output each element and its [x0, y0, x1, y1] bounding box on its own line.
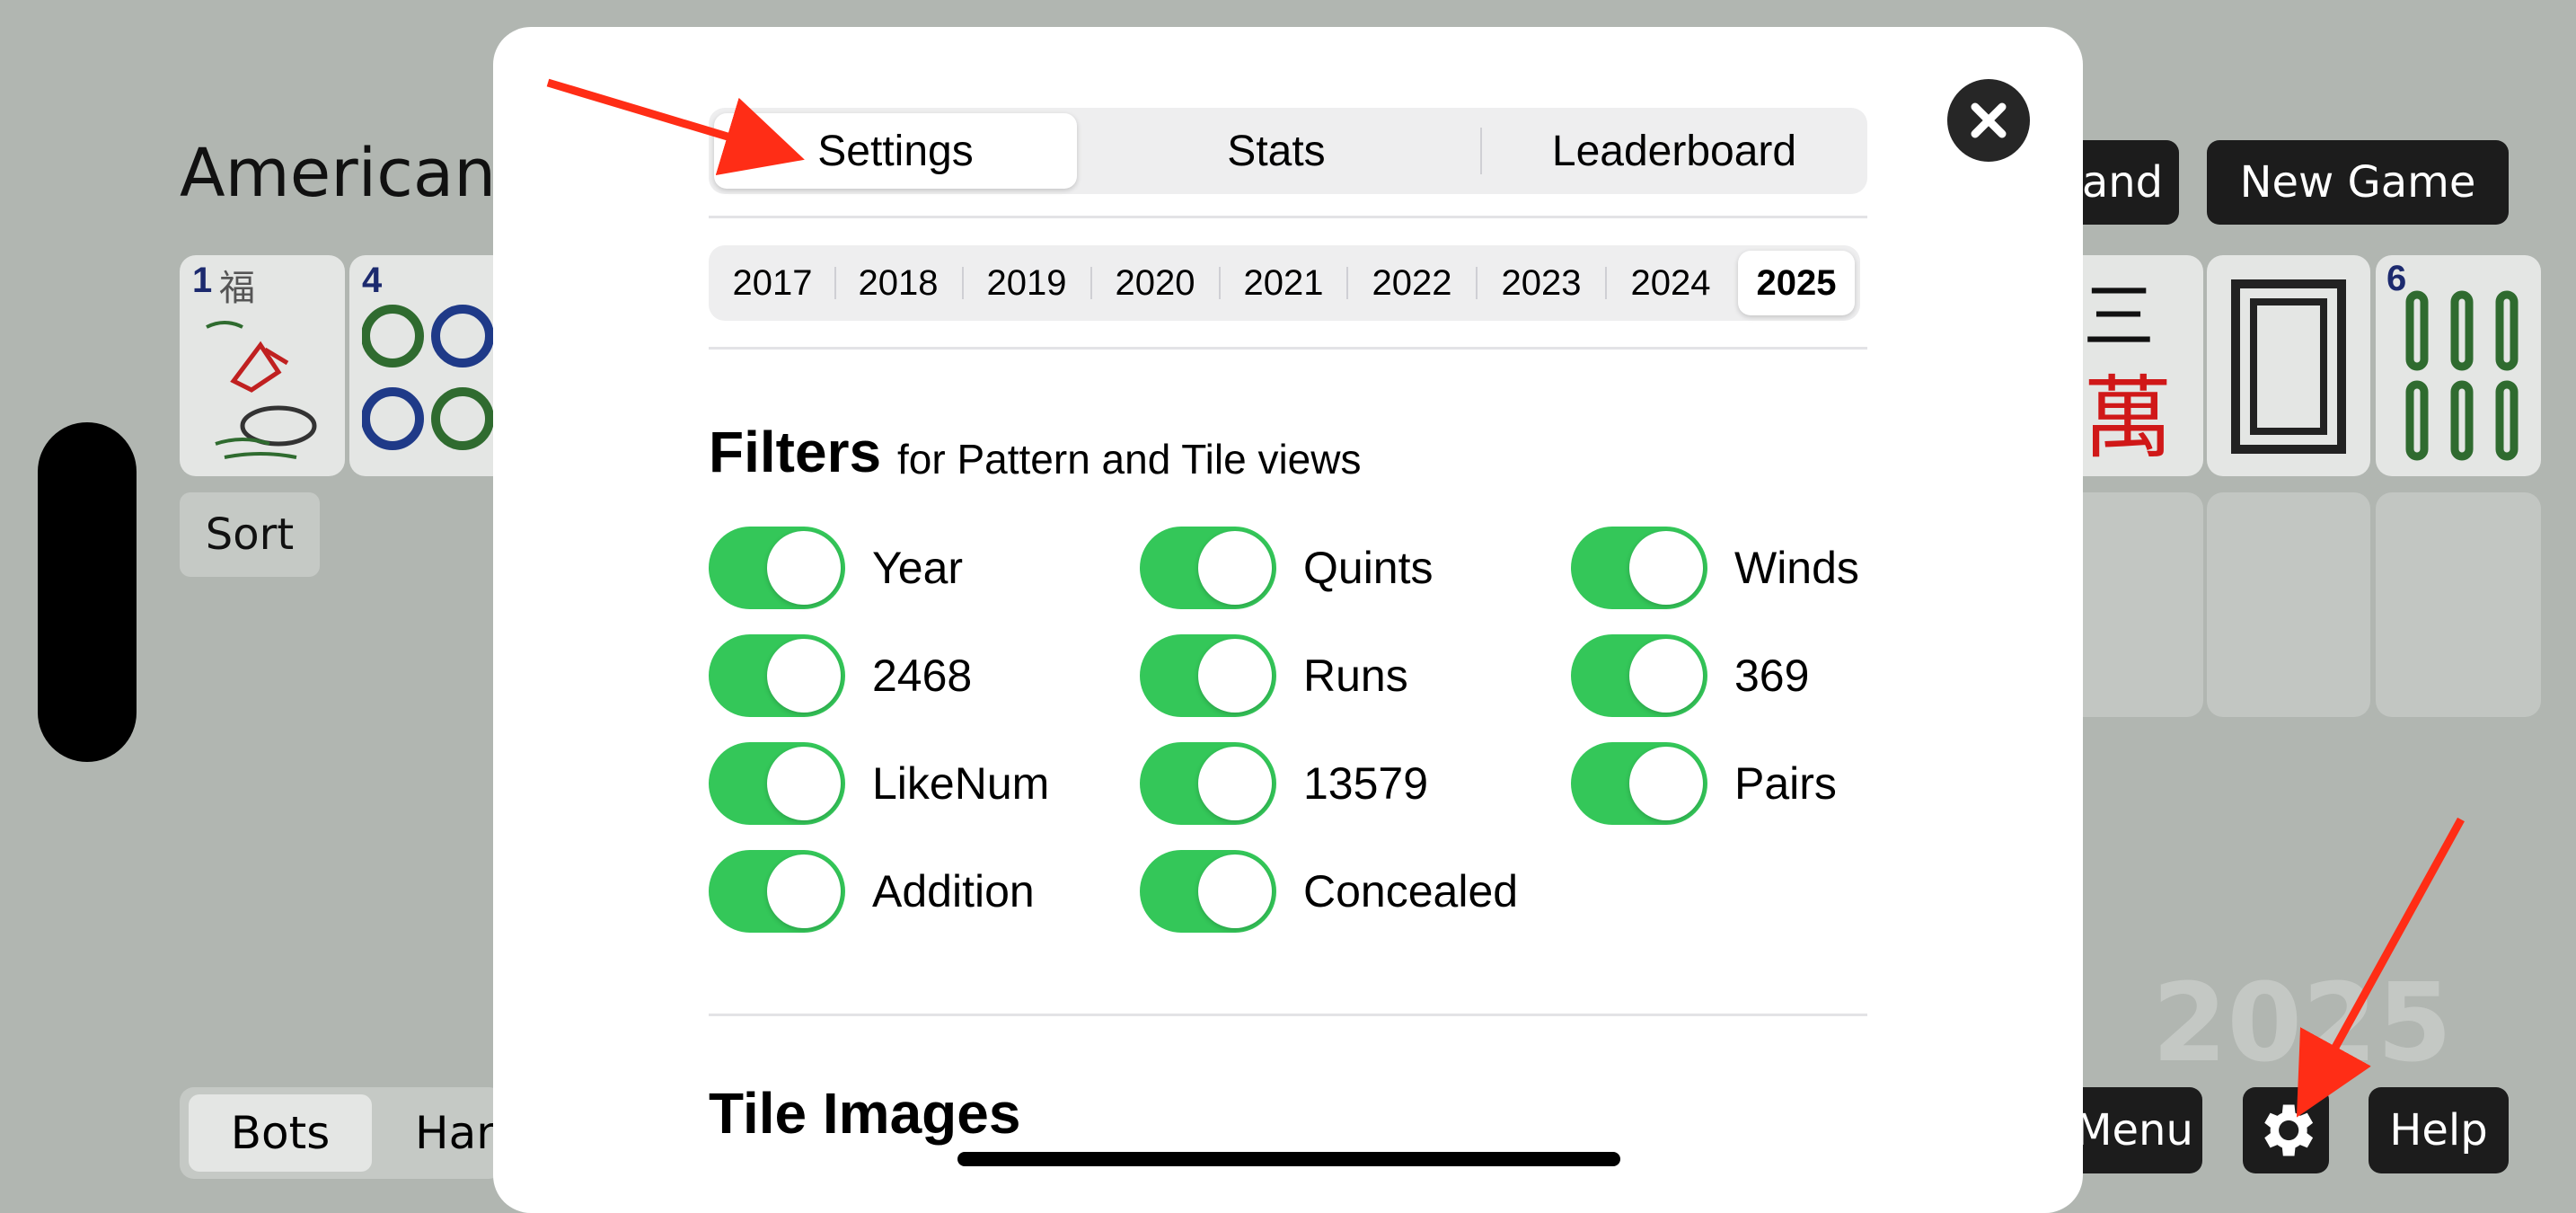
- filter-toggle[interactable]: [1571, 527, 1707, 609]
- filter-concealed: Concealed: [1140, 850, 1518, 933]
- bots-segment[interactable]: Bots: [189, 1094, 372, 1172]
- hand-segment[interactable]: Han: [415, 1094, 505, 1172]
- filter-13579: 13579: [1140, 742, 1428, 825]
- divider: [709, 1014, 1867, 1016]
- tile-circles-4[interactable]: 4: [349, 255, 493, 476]
- year-watermark: 2025: [2152, 961, 2452, 1086]
- year-separator: [962, 267, 964, 299]
- filter-likenum: LikeNum: [709, 742, 1049, 825]
- year-2023[interactable]: 2023: [1479, 251, 1603, 315]
- filter-toggle[interactable]: [709, 634, 845, 717]
- filter-toggle[interactable]: [1140, 850, 1276, 933]
- filters-subheading: for Pattern and Tile views: [897, 436, 1362, 483]
- filter-label: Quints: [1303, 543, 1434, 593]
- tile-bamboo-6[interactable]: 6: [2376, 255, 2541, 476]
- year-separator: [1219, 267, 1221, 299]
- year-2019[interactable]: 2019: [966, 251, 1088, 315]
- close-button[interactable]: [1947, 79, 2030, 162]
- home-indicator[interactable]: [957, 1152, 1620, 1166]
- filter-label: Addition: [872, 866, 1035, 916]
- filter-label: Concealed: [1303, 866, 1519, 916]
- filter-toggle[interactable]: [1571, 742, 1707, 825]
- filters-heading: Filters: [709, 420, 882, 484]
- filter-label: LikeNum: [872, 758, 1050, 809]
- filter-toggle[interactable]: [1140, 634, 1276, 717]
- filter-pairs: Pairs: [1571, 742, 1837, 825]
- close-x-icon: [1971, 102, 2007, 138]
- circles-icon: [362, 305, 493, 450]
- white-dragon-icon: [2231, 279, 2346, 454]
- tile-char-bottom: 萬: [2083, 366, 2173, 471]
- filter-label: 369: [1734, 651, 1810, 701]
- year-separator: [1090, 267, 1092, 299]
- tab-stats[interactable]: Stats: [1097, 113, 1456, 189]
- filter-quints: Quints: [1140, 527, 1434, 609]
- divider: [709, 347, 1867, 350]
- filter-toggle[interactable]: [1140, 742, 1276, 825]
- filter-label: Pairs: [1734, 758, 1837, 809]
- empty-tile-slot: [2207, 492, 2370, 717]
- filter-label: 13579: [1303, 758, 1429, 809]
- year-2020[interactable]: 2020: [1094, 251, 1216, 315]
- filter-runs: Runs: [1140, 634, 1408, 717]
- year-separator: [834, 267, 836, 299]
- empty-tile-slot: [2376, 492, 2541, 717]
- year-2025[interactable]: 2025: [1738, 251, 1855, 315]
- tile-char: 福: [219, 269, 255, 308]
- filter-label: Year: [872, 543, 964, 593]
- year-2024[interactable]: 2024: [1609, 251, 1733, 315]
- tile-number: 1: [192, 261, 213, 300]
- filter-winds: Winds: [1571, 527, 1859, 609]
- tile-images-heading: Tile Images: [709, 1081, 1021, 1146]
- year-separator: [1476, 267, 1478, 299]
- filter-toggle[interactable]: [1571, 634, 1707, 717]
- filter-toggle[interactable]: [709, 850, 845, 933]
- year-2022[interactable]: 2022: [1350, 251, 1474, 315]
- filter-label: Winds: [1734, 543, 1859, 593]
- game-title: American: [180, 135, 497, 212]
- new-game-button[interactable]: New Game: [2207, 140, 2509, 225]
- filter-addition: Addition: [709, 850, 1035, 933]
- tab-separator: [1480, 128, 1482, 174]
- filter-toggle[interactable]: [1140, 527, 1276, 609]
- tile-white-dragon[interactable]: [2207, 255, 2370, 476]
- filter-label: 2468: [872, 651, 973, 701]
- divider: [709, 216, 1867, 218]
- year-separator: [1346, 267, 1348, 299]
- menu-button[interactable]: Menu: [2066, 1087, 2202, 1173]
- year-2018[interactable]: 2018: [838, 251, 958, 315]
- tab-settings[interactable]: Settings: [714, 113, 1077, 189]
- player-mode-segment[interactable]: Bots Han: [180, 1087, 505, 1179]
- sort-button[interactable]: Sort: [180, 492, 320, 577]
- tile-flower[interactable]: 1 福: [180, 255, 345, 476]
- filter-toggle[interactable]: [709, 527, 845, 609]
- year-2017[interactable]: 2017: [714, 251, 831, 315]
- tile-number: 4: [362, 261, 383, 300]
- empty-tile-slot: [2083, 492, 2203, 717]
- bamboo-icon: [2405, 290, 2519, 461]
- year-separator: [1605, 267, 1607, 299]
- filter-year: Year: [709, 527, 963, 609]
- filter-369: 369: [1571, 634, 1809, 717]
- year-2021[interactable]: 2021: [1222, 251, 1345, 315]
- help-button[interactable]: Help: [2369, 1087, 2509, 1173]
- settings-modal: [493, 27, 2083, 1213]
- settings-button[interactable]: [2243, 1087, 2329, 1173]
- modal-tab-bar: Settings Stats Leaderboard: [709, 108, 1867, 194]
- filter-toggle[interactable]: [709, 742, 845, 825]
- gear-icon: [2264, 1104, 2314, 1156]
- filter-2468: 2468: [709, 634, 972, 717]
- tab-leaderboard[interactable]: Leaderboard: [1486, 113, 1862, 189]
- year-selector: 2017 2018 2019 2020 2021 2022 2023 2024 …: [709, 245, 1860, 321]
- tile-character-3[interactable]: 三 萬: [2083, 255, 2203, 476]
- filter-label: Runs: [1303, 651, 1408, 701]
- side-drawer-handle[interactable]: [38, 422, 137, 762]
- flower-icon: [206, 321, 317, 459]
